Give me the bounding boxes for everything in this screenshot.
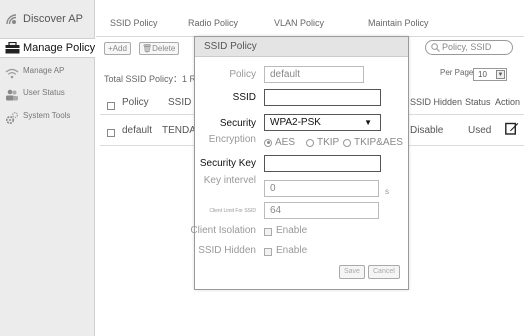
sidebar-item-user-status[interactable]: User Status bbox=[0, 88, 95, 102]
sidebar-item-system-tools[interactable]: System Tools bbox=[0, 111, 95, 125]
key-interval-unit: s bbox=[385, 187, 389, 196]
radio-icon bbox=[306, 138, 314, 147]
key-interval-input[interactable]: 0 bbox=[264, 180, 379, 197]
discover-icon bbox=[4, 12, 20, 26]
column-header-action[interactable]: Action bbox=[495, 97, 520, 107]
client-limit-input[interactable]: 64 bbox=[264, 202, 379, 219]
ssid-label: SSID bbox=[232, 92, 256, 103]
sidebar-item-label: User Status bbox=[23, 87, 65, 97]
security-label: Security bbox=[219, 118, 256, 129]
delete-label: Delete bbox=[152, 44, 176, 53]
sidebar-item-manage-policy[interactable]: Manage Policy bbox=[0, 38, 95, 58]
ssid-hidden-checkbox[interactable] bbox=[264, 248, 272, 256]
search-input[interactable]: Policy, SSID bbox=[425, 40, 513, 55]
client-isolation-enable-label: Enable bbox=[276, 225, 308, 236]
per-page-value: 10 bbox=[478, 70, 487, 79]
save-button[interactable]: Save bbox=[339, 265, 365, 279]
encryption-option-tkip[interactable]: TKIP bbox=[306, 137, 339, 148]
per-page-select[interactable]: 10 ▼ bbox=[473, 68, 507, 81]
option-label: TKIP&AES bbox=[354, 137, 403, 148]
ssid-policy-dialog: SSID Policy Policy default SSID Security… bbox=[190, 36, 409, 290]
radio-icon bbox=[264, 138, 272, 147]
column-header-policy[interactable]: Policy bbox=[122, 97, 149, 108]
sidebar: Discover AP Manage Policy Manage AP User… bbox=[0, 0, 95, 336]
client-isolation-checkbox[interactable] bbox=[264, 228, 272, 236]
cancel-button[interactable]: Cancel bbox=[368, 265, 400, 279]
tab-maintain-policy[interactable]: Maintain Policy bbox=[368, 18, 429, 28]
radio-icon bbox=[343, 138, 351, 147]
policy-icon bbox=[4, 41, 20, 55]
cell-policy: default bbox=[122, 125, 153, 136]
encryption-option-tkip-aes[interactable]: TKIP&AES bbox=[343, 137, 403, 148]
sidebar-item-manage-ap[interactable]: Manage AP bbox=[0, 66, 95, 80]
sidebar-item-label: Manage Policy bbox=[23, 42, 96, 54]
security-value: WPA2-PSK bbox=[270, 117, 321, 128]
option-label: AES bbox=[275, 137, 296, 148]
users-icon bbox=[4, 88, 20, 102]
ssid-hidden-label: SSID Hidden bbox=[198, 245, 256, 256]
trash-icon: 🗑 bbox=[142, 44, 153, 53]
chevron-down-icon: ▼ bbox=[496, 70, 505, 79]
policy-label: Policy bbox=[229, 69, 256, 80]
option-label: TKIP bbox=[317, 137, 340, 148]
dialog-title: SSID Policy bbox=[204, 41, 257, 52]
security-select[interactable]: WPA2-PSK ▼ bbox=[264, 114, 381, 131]
ssid-input[interactable] bbox=[264, 89, 381, 106]
edit-icon[interactable] bbox=[505, 121, 519, 138]
cell-status: Used bbox=[468, 125, 492, 136]
encryption-option-aes[interactable]: AES bbox=[264, 137, 295, 148]
dialog-header: SSID Policy bbox=[195, 37, 408, 57]
security-key-input[interactable] bbox=[264, 155, 381, 172]
security-key-label: Security Key bbox=[199, 158, 256, 169]
encryption-label: Encryption bbox=[208, 134, 256, 145]
column-header-status[interactable]: Status bbox=[465, 97, 491, 107]
gear-icon bbox=[4, 111, 20, 125]
search-placeholder: Policy, SSID bbox=[442, 42, 492, 52]
client-limit-label: Client Limit For SSID bbox=[209, 208, 256, 214]
tab-vlan-policy[interactable]: VLAN Policy bbox=[274, 18, 324, 28]
sidebar-item-label: System Tools bbox=[23, 110, 71, 120]
tab-radio-policy[interactable]: Radio Policy bbox=[188, 18, 238, 28]
ssid-hidden-enable-label: Enable bbox=[276, 245, 308, 256]
tab-ssid-policy[interactable]: SSID Policy bbox=[110, 18, 158, 28]
per-page-label: Per Page bbox=[440, 68, 474, 77]
select-all-checkbox[interactable] bbox=[107, 102, 115, 110]
policy-name-input[interactable]: default bbox=[264, 66, 364, 83]
client-isolation-label: Client Isolation bbox=[190, 225, 256, 236]
cell-ssid-hidden: Disable bbox=[410, 125, 444, 136]
delete-button[interactable]: 🗑Delete bbox=[139, 42, 180, 55]
wifi-icon bbox=[4, 66, 20, 80]
row-checkbox[interactable] bbox=[107, 129, 115, 137]
total-count: Total SSID Policy：1 R bbox=[104, 74, 197, 84]
column-header-ssid-hidden[interactable]: SSID Hidden bbox=[410, 97, 462, 107]
sidebar-item-label: Discover AP bbox=[23, 13, 83, 25]
sidebar-item-discover-ap[interactable]: Discover AP bbox=[0, 10, 95, 28]
column-header-ssid[interactable]: SSID bbox=[168, 97, 191, 108]
chevron-down-icon: ▼ bbox=[364, 118, 372, 127]
sidebar-item-label: Manage AP bbox=[23, 65, 65, 75]
add-button[interactable]: +Add bbox=[104, 42, 131, 55]
search-icon bbox=[431, 43, 440, 56]
key-interval-label: Key intervel bbox=[203, 175, 256, 186]
